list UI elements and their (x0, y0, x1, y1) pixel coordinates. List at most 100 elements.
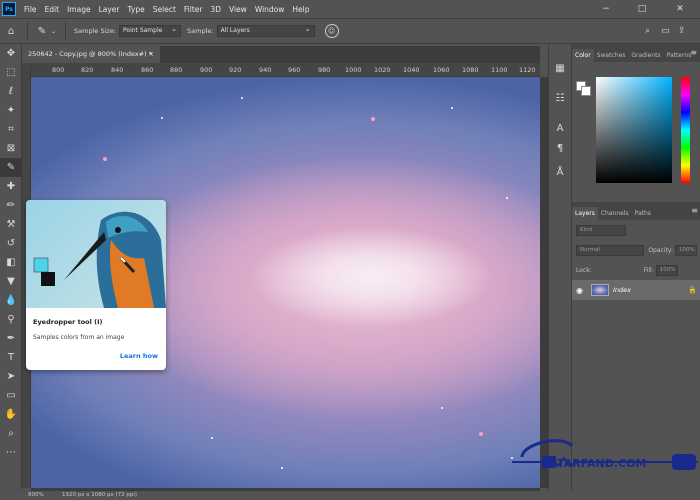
menu-select[interactable]: Select (149, 5, 180, 14)
fill-field[interactable]: 100% (655, 264, 678, 276)
frame-tool-icon[interactable]: ⊠ (0, 139, 22, 158)
background-color-swatch[interactable] (581, 86, 591, 96)
adjustments-panel-icon[interactable]: ☷ (549, 88, 571, 108)
history-brush-tool-icon[interactable]: ↺ (0, 234, 22, 253)
tab-gradients[interactable]: Gradients (628, 49, 663, 62)
menu-view[interactable]: View (225, 5, 251, 14)
marquee-tool-icon[interactable]: ⬚ (0, 63, 22, 82)
layers-panel-tabs: Layers Channels Paths ≡ (572, 202, 700, 220)
close-window-button[interactable]: ✕ (674, 3, 686, 15)
paragraph-panel-icon[interactable]: ¶ (549, 138, 571, 158)
minimize-button[interactable]: − (600, 3, 612, 15)
tooltip-preview-image (26, 200, 166, 308)
menu-edit[interactable]: Edit (41, 5, 64, 14)
vertical-scrollbar[interactable] (540, 77, 548, 488)
crop-tool-icon[interactable]: ⌗ (0, 120, 22, 139)
eyedropper-tool-icon[interactable]: ✎ (0, 158, 22, 177)
search-icon[interactable]: ⌕ (645, 26, 650, 36)
healing-brush-tool-icon[interactable]: ✚ (0, 177, 22, 196)
eyedropper-preset-icon[interactable]: ✎ (33, 26, 51, 37)
workspace-icon[interactable]: ▭ (661, 26, 670, 36)
show-sampling-ring-icon[interactable]: ☺ (324, 24, 339, 38)
options-bar: ⌂ ✎ ⌄ Sample Size: Point Sample Sample: … (0, 18, 700, 44)
layer-kind-filter[interactable]: Kind (576, 224, 626, 236)
character-panel-icon[interactable]: A (549, 118, 571, 138)
type-tool-icon[interactable]: T (0, 348, 22, 367)
sample-select[interactable]: All Layers (216, 24, 315, 37)
pen-tool-icon[interactable]: ✒ (0, 329, 22, 348)
clone-stamp-tool-icon[interactable]: ⚒ (0, 215, 22, 234)
eraser-tool-icon[interactable]: ◧ (0, 253, 22, 272)
tooltip-title: Eyedropper tool (I) (33, 318, 103, 326)
home-icon[interactable]: ⌂ (0, 26, 22, 37)
canvas-star (103, 157, 107, 161)
menu-window[interactable]: Window (251, 5, 289, 14)
document-tab[interactable]: 250642 - Copy.jpg @ 800% (Index#) * × (22, 46, 160, 63)
ruler-tick: 940 (259, 66, 272, 74)
learn-how-link[interactable]: Learn how (120, 352, 158, 360)
more-tools-icon[interactable]: ⋯ (0, 443, 22, 462)
tooltip-description: Samples colors from an image (33, 334, 125, 341)
sample-size-select[interactable]: Point Sample (119, 24, 182, 37)
document-tab-title: 250642 - Copy.jpg @ 800% (Index#) * (28, 50, 152, 58)
brush-tool-icon[interactable]: ✏ (0, 196, 22, 215)
menu-layer[interactable]: Layer (95, 5, 124, 14)
layer-row[interactable]: ◉ Index 🔒 (572, 280, 700, 300)
chevron-down-icon[interactable]: ⌄ (51, 28, 56, 35)
share-icon[interactable]: ⇪ (678, 26, 686, 36)
panel-menu-icon[interactable]: ≡ (690, 48, 697, 57)
maximize-button[interactable]: □ (636, 3, 648, 15)
ruler-tick: 860 (141, 66, 154, 74)
visibility-eye-icon[interactable]: ◉ (576, 286, 583, 295)
ruler-tick: 820 (81, 66, 94, 74)
paint-bucket-tool-icon[interactable]: ▼ (0, 272, 22, 291)
lasso-tool-icon[interactable]: ℓ (0, 82, 22, 101)
zoom-tool-icon[interactable]: ⌕ (0, 424, 22, 443)
menu-image[interactable]: Image (63, 5, 95, 14)
quick-select-tool-icon[interactable]: ✦ (0, 101, 22, 120)
opacity-label: Opacity: (648, 246, 673, 254)
menu-3d[interactable]: 3D (206, 5, 225, 14)
ruler-tick: 880 (170, 66, 183, 74)
blur-tool-icon[interactable]: 💧 (0, 291, 22, 310)
rectangle-tool-icon[interactable]: ▭ (0, 386, 22, 405)
blend-row: Normal Opacity: 100% (572, 240, 700, 260)
tab-paths[interactable]: Paths (632, 207, 654, 220)
tab-channels[interactable]: Channels (598, 207, 632, 220)
tab-layers[interactable]: Layers (572, 207, 598, 220)
dodge-tool-icon[interactable]: ⚲ (0, 310, 22, 329)
opacity-field[interactable]: 100% (675, 244, 697, 256)
ruler-tick: 920 (229, 66, 242, 74)
move-tool-icon[interactable]: ✥ (0, 44, 22, 63)
color-picker-field[interactable] (596, 77, 672, 183)
history-panel-icon[interactable]: ▦ (549, 58, 571, 78)
close-document-icon[interactable]: × (149, 46, 154, 63)
tools-panel: ✥ ⬚ ℓ ✦ ⌗ ⊠ ✎ ✚ ✏ ⚒ ↺ ◧ ▼ 💧 ⚲ ✒ T ➤ ▭ ✋ … (0, 44, 22, 490)
menu-file[interactable]: File (20, 5, 41, 14)
ruler-tick: 1120 (519, 66, 536, 74)
tab-swatches[interactable]: Swatches (594, 49, 629, 62)
canvas-star (506, 197, 508, 199)
divider (27, 22, 28, 40)
panel-menu-icon[interactable]: ≡ (691, 206, 698, 215)
document-size: 1920 px x 1080 px (72 ppi) (62, 492, 138, 498)
ruler-tick: 1080 (462, 66, 479, 74)
ruler-tick: 1020 (374, 66, 391, 74)
zoom-level[interactable]: 800% (28, 492, 44, 498)
canvas-star (371, 117, 375, 121)
ruler-tick: 840 (111, 66, 124, 74)
tab-color[interactable]: Color (572, 49, 594, 62)
menu-filter[interactable]: Filter (180, 5, 207, 14)
canvas-star (241, 97, 243, 99)
layer-name[interactable]: Index (613, 286, 631, 294)
layer-filter-row: Kind (572, 220, 700, 240)
menu-help[interactable]: Help (288, 5, 313, 14)
menu-type[interactable]: Type (124, 5, 149, 14)
hand-tool-icon[interactable]: ✋ (0, 405, 22, 424)
glyphs-panel-icon[interactable]: Å (549, 162, 571, 182)
canvas-star (211, 437, 213, 439)
hue-slider[interactable] (681, 77, 690, 183)
lock-icon: 🔒 (688, 286, 697, 294)
path-selection-tool-icon[interactable]: ➤ (0, 367, 22, 386)
blend-mode-select[interactable]: Normal (576, 244, 645, 256)
